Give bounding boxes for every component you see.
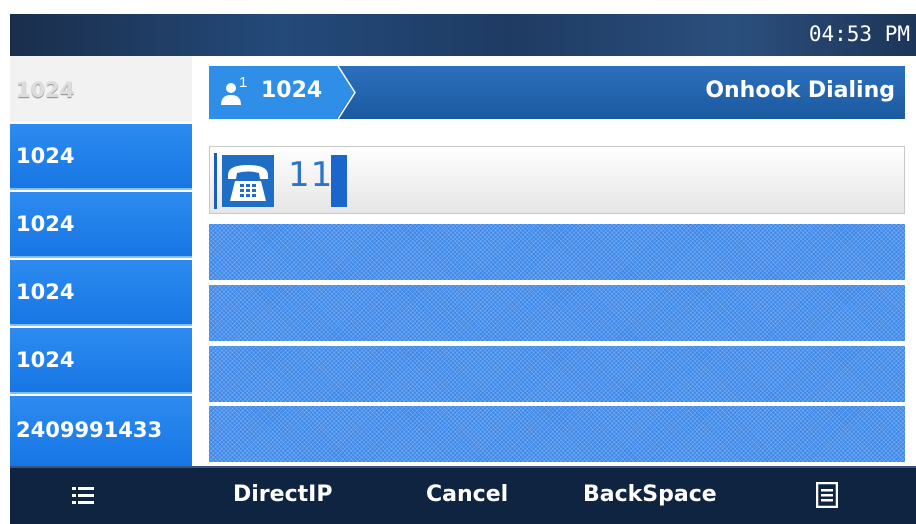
phone-keypad-icon bbox=[222, 155, 274, 207]
menu-icon[interactable] bbox=[816, 482, 838, 508]
line-item-3[interactable]: 1024 bbox=[10, 192, 192, 258]
line-item-6[interactable]: 2409991433 bbox=[10, 396, 192, 466]
empty-row bbox=[209, 224, 905, 280]
line-item-2[interactable]: 1024 bbox=[10, 124, 192, 190]
empty-row bbox=[209, 285, 905, 341]
account-number: 1024 bbox=[261, 78, 323, 103]
line-item-label: 1024 bbox=[16, 348, 75, 372]
status-bar: 04:53 PM bbox=[10, 14, 916, 56]
account-index: 1 bbox=[239, 74, 248, 91]
line-item-5[interactable]: 1024 bbox=[10, 328, 192, 394]
line-list: 1024 1024 1024 1024 1024 2409991433 bbox=[10, 56, 192, 466]
line-item-label: 1024 bbox=[16, 212, 75, 236]
softkey-backspace[interactable]: BackSpace bbox=[583, 482, 717, 507]
line-item-1[interactable]: 1024 bbox=[10, 56, 192, 122]
line-item-label: 2409991433 bbox=[16, 418, 163, 442]
call-mode-title: Onhook Dialing bbox=[705, 78, 895, 103]
empty-row bbox=[209, 406, 905, 462]
account-chip[interactable]: 1 1024 bbox=[209, 66, 337, 119]
empty-row bbox=[209, 346, 905, 402]
softkey-bar: DirectIP Cancel BackSpace bbox=[10, 466, 916, 524]
softkey-cancel[interactable]: Cancel bbox=[426, 482, 508, 507]
chevron-right-icon bbox=[337, 66, 356, 119]
line-item-label: 1024 bbox=[16, 280, 75, 304]
line-item-4[interactable]: 1024 bbox=[10, 260, 192, 326]
account-header: 1 1024 Onhook Dialing bbox=[209, 66, 905, 119]
softkey-directip[interactable]: DirectIP bbox=[233, 482, 332, 507]
line-item-label: 1024 bbox=[16, 78, 75, 102]
text-cursor bbox=[331, 155, 347, 207]
dial-entry-marker bbox=[214, 153, 217, 209]
dial-entry[interactable]: 11 bbox=[209, 146, 905, 214]
line-item-label: 1024 bbox=[16, 144, 75, 168]
list-icon[interactable] bbox=[72, 485, 94, 507]
status-time: 04:53 PM bbox=[808, 22, 910, 46]
dial-number-input: 11 bbox=[288, 155, 334, 195]
